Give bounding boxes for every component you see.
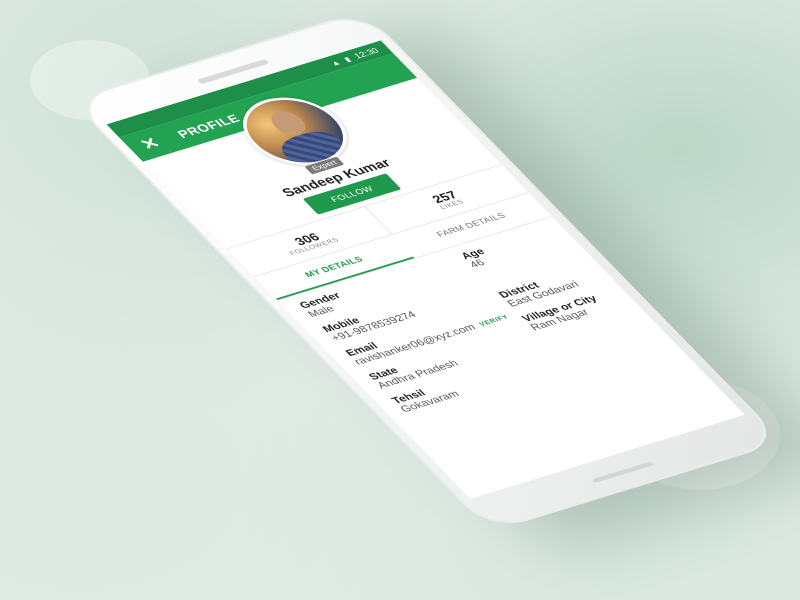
phone-screen: ▲ ▮ 12:30 ✕ PROFILE Expert Sandeep Kumar… [106, 40, 745, 499]
signal-icon: ▲ [328, 58, 343, 68]
mockup-stage: ▲ ▮ 12:30 ✕ PROFILE Expert Sandeep Kumar… [0, 0, 800, 600]
battery-icon: ▮ [341, 55, 353, 63]
close-icon[interactable]: ✕ [136, 134, 165, 153]
phone-mockup: ▲ ▮ 12:30 ✕ PROFILE Expert Sandeep Kumar… [70, 10, 784, 532]
